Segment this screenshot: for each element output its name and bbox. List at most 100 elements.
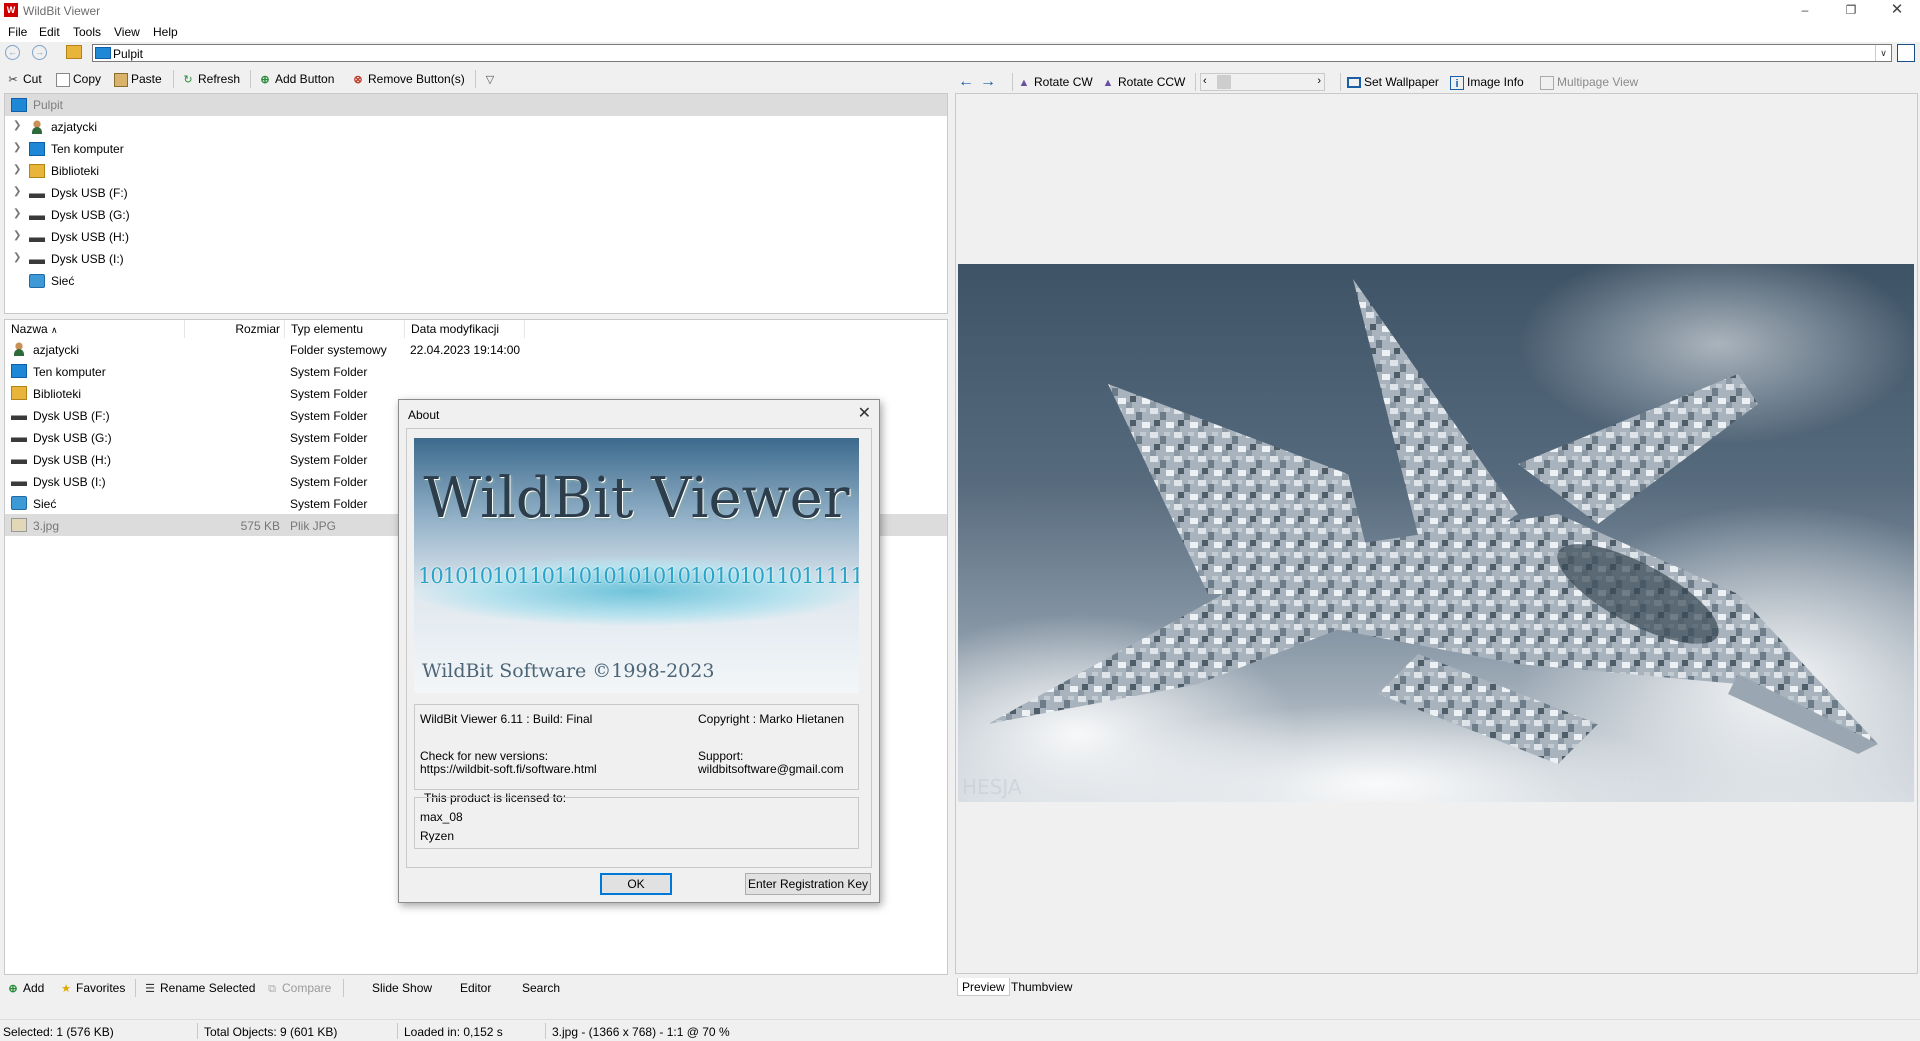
folder-tree[interactable]: Pulpit ❯ azjatycki ❯ Ten komputer ❯ Bibl… (4, 93, 948, 314)
column-header-name[interactable]: Nazwa ∧ (5, 320, 185, 338)
file-type: System Folder (290, 387, 368, 401)
chevron-right-icon[interactable]: › (1317, 75, 1321, 87)
chevron-right-icon[interactable]: ❯ (13, 142, 21, 153)
pages-icon (1540, 75, 1554, 90)
ok-button[interactable]: OK (600, 873, 672, 895)
file-name: Dysk USB (F:) (33, 409, 110, 423)
chevron-right-icon[interactable]: ❯ (13, 208, 21, 219)
rotate-cw-button[interactable]: ▲ Rotate CW (1017, 74, 1093, 90)
computer-icon (11, 364, 27, 378)
tree-item-label: Ten komputer (51, 142, 124, 156)
tree-item-usb-h[interactable]: ❯ Dysk USB (H:) (5, 226, 947, 248)
menu-bar: File Edit Tools View Help (0, 21, 1920, 42)
favorites-button[interactable]: ★ Favorites (59, 980, 125, 996)
menu-tools[interactable]: Tools (73, 25, 101, 39)
set-wallpaper-button[interactable]: Set Wallpaper (1347, 74, 1439, 90)
file-name: 3.jpg (33, 519, 60, 533)
forward-icon[interactable]: → (32, 45, 47, 60)
chevron-left-icon[interactable]: ‹ (1203, 75, 1207, 87)
zoom-scrollbar[interactable]: ‹ › (1200, 73, 1325, 91)
list-item[interactable]: azjatycki Folder systemowy 22.04.2023 19… (5, 338, 947, 360)
tree-item-siec[interactable]: Sieć (5, 270, 947, 292)
multipage-view-button[interactable]: Multipage View (1540, 74, 1638, 90)
tree-item-ten-komputer[interactable]: ❯ Ten komputer (5, 138, 947, 160)
drive-icon (11, 452, 27, 466)
file-type: System Folder (290, 431, 368, 445)
tree-item-label: Sieć (51, 274, 75, 288)
menu-file[interactable]: File (8, 25, 27, 39)
add-button-button[interactable]: ⊕ Add Button (258, 71, 334, 87)
file-type: System Folder (290, 365, 368, 379)
next-image-icon[interactable]: → (980, 74, 996, 90)
file-type: Folder systemowy (290, 343, 387, 357)
restore-button[interactable]: ❐ (1828, 0, 1874, 21)
column-header-size[interactable]: Rozmiar (185, 320, 285, 338)
menu-help[interactable]: Help (153, 25, 178, 39)
scissors-icon: ✂ (8, 73, 18, 86)
cut-button[interactable]: ✂ Cut (6, 71, 41, 87)
column-header-type[interactable]: Typ elementu (285, 320, 405, 338)
license-user: max_08 (420, 810, 463, 824)
tree-item-usb-f[interactable]: ❯ Dysk USB (F:) (5, 182, 947, 204)
scroll-thumb[interactable] (1217, 75, 1231, 89)
chevron-right-icon[interactable]: ❯ (13, 120, 21, 131)
status-image: 3.jpg - (1366 x 768) - 1:1 @ 70 % (552, 1025, 730, 1039)
editor-button[interactable]: Editor (460, 980, 491, 996)
star-icon: ★ (61, 982, 71, 995)
rename-selected-button[interactable]: ☰ Rename Selected (143, 980, 255, 996)
close-window-button[interactable]: ✕ (1874, 0, 1920, 21)
image-watermark: HESJA (962, 775, 1022, 799)
tab-thumbview[interactable]: Thumbview (1007, 978, 1076, 996)
tree-item-label: Dysk USB (I:) (51, 252, 124, 266)
minimize-button[interactable]: – (1782, 0, 1828, 21)
filter-button[interactable]: ▽ (483, 71, 500, 87)
sort-ascending-icon: ∧ (51, 325, 58, 335)
status-total: Total Objects: 9 (601 KB) (204, 1025, 338, 1039)
file-name: Dysk USB (H:) (33, 453, 111, 467)
tab-preview[interactable]: Preview (957, 978, 1010, 996)
address-bar[interactable]: Pulpit ∨ (92, 44, 1892, 62)
search-button[interactable]: Search (522, 980, 560, 996)
remove-buttons-button[interactable]: ⊗ Remove Button(s) (351, 71, 464, 87)
status-divider (397, 1023, 398, 1039)
copy-button[interactable]: Copy (56, 71, 101, 87)
chevron-right-icon[interactable]: ❯ (13, 164, 21, 175)
tree-item-azjatycki[interactable]: ❯ azjatycki (5, 116, 947, 138)
chevron-right-icon[interactable]: ❯ (13, 230, 21, 241)
enter-registration-key-button[interactable]: Enter Registration Key (745, 873, 871, 895)
tree-item-biblioteki[interactable]: ❯ Biblioteki (5, 160, 947, 182)
toolbar-separator (135, 979, 136, 997)
image-info-button[interactable]: i Image Info (1450, 74, 1524, 90)
tree-item-usb-i[interactable]: ❯ Dysk USB (I:) (5, 248, 947, 270)
window-title: WildBit Viewer (23, 4, 101, 18)
rotate-ccw-button[interactable]: ▲ Rotate CCW (1101, 74, 1186, 90)
image-preview[interactable]: HESJA (958, 264, 1914, 802)
chevron-right-icon[interactable]: ❯ (13, 186, 21, 197)
add-favorite-button[interactable]: ⊕ Add (6, 980, 44, 996)
tree-item-usb-g[interactable]: ❯ Dysk USB (G:) (5, 204, 947, 226)
chevron-right-icon[interactable]: ❯ (13, 252, 21, 263)
compare-button[interactable]: ⧉ Compare (265, 980, 331, 996)
refresh-button[interactable]: ↻ Refresh (181, 71, 240, 87)
support-email-link[interactable]: wildbitsoftware@gmail.com (698, 762, 844, 776)
compare-icon: ⧉ (268, 982, 276, 995)
close-icon[interactable]: ✕ (858, 403, 871, 423)
refresh-icon: ↻ (183, 73, 193, 86)
fullscreen-icon[interactable] (1897, 44, 1915, 62)
file-type: System Folder (290, 475, 368, 489)
menu-view[interactable]: View (114, 25, 140, 39)
tree-item-pulpit[interactable]: Pulpit (5, 94, 947, 116)
chevron-down-icon[interactable]: ∨ (1875, 45, 1891, 61)
folder-up-icon[interactable] (66, 45, 82, 59)
back-icon[interactable]: ← (5, 45, 20, 60)
menu-edit[interactable]: Edit (39, 25, 60, 39)
column-header-date[interactable]: Data modyfikacji (405, 320, 525, 338)
info-icon: i (1450, 75, 1464, 90)
title-bar: W WildBit Viewer – ❐ ✕ (0, 0, 1920, 21)
previous-image-icon[interactable]: ← (958, 74, 974, 90)
image-file-icon (11, 518, 27, 532)
list-item[interactable]: Ten komputer System Folder (5, 360, 947, 382)
paste-button[interactable]: Paste (114, 71, 162, 87)
slide-show-button[interactable]: Slide Show (372, 980, 432, 996)
website-link[interactable]: https://wildbit-soft.fi/software.html (420, 762, 597, 776)
